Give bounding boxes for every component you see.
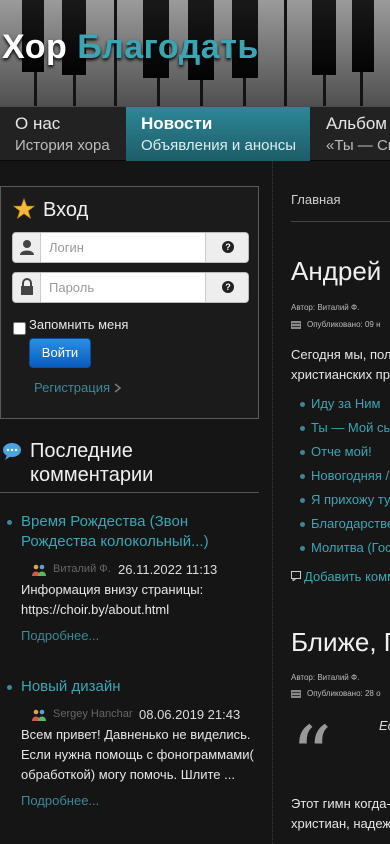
remember-label: Запомнить меня xyxy=(29,317,129,332)
quote-text: Ес xyxy=(379,718,390,733)
list-bullet xyxy=(300,522,305,527)
comment-link[interactable]: Новый дизайн xyxy=(21,677,251,697)
help-icon: ? xyxy=(222,241,234,253)
lock-icon xyxy=(21,278,33,295)
comment-date: 26.11.2022 11:13 xyxy=(118,562,218,577)
read-more-link[interactable]: Подробнее... xyxy=(21,793,99,808)
list-bullet xyxy=(7,685,12,690)
username-field[interactable]: Логин ? xyxy=(12,232,249,263)
nav-item-subtitle: Объявления и анонсы xyxy=(141,137,297,154)
password-field[interactable]: Пароль ? xyxy=(12,272,249,303)
nav-item-about[interactable]: О нас История хора xyxy=(0,107,126,161)
left-sidebar: Вход Логин ? Пароль ? Запомнить меня Вой… xyxy=(0,161,272,844)
article-text-line: Этот гимн когда- xyxy=(291,796,390,811)
remember-checkbox[interactable] xyxy=(13,322,26,335)
article-title[interactable]: Андрей К xyxy=(291,256,390,287)
song-link[interactable]: Новогодняя / xyxy=(311,468,389,483)
nav-item-title: Новости xyxy=(141,114,213,133)
song-link[interactable]: Я прихожу ту xyxy=(311,492,390,507)
article-author: Автор: Виталий Ф. xyxy=(291,673,360,682)
register-link[interactable]: Регистрация xyxy=(34,380,110,395)
add-comment-link[interactable]: Добавить комм xyxy=(304,569,390,584)
site-header: Хор Благодать xyxy=(0,0,390,107)
song-link[interactable]: Иду за Ним xyxy=(311,396,380,411)
comments-header: Последние комментарии xyxy=(0,439,259,493)
login-panel: Вход Логин ? Пароль ? Запомнить меня Вой… xyxy=(0,186,259,419)
username-help-button[interactable]: ? xyxy=(205,233,248,262)
username-placeholder: Логин xyxy=(49,240,84,255)
star-icon xyxy=(13,198,35,220)
article-published: Опубликовано: 09 н xyxy=(307,320,381,329)
site-title-part1: Хор xyxy=(2,28,68,66)
list-bullet xyxy=(300,498,305,503)
list-bullet xyxy=(7,520,12,525)
article-title[interactable]: Ближе, Г xyxy=(291,627,390,658)
users-icon xyxy=(32,564,46,576)
main-nav: О нас История хора Новости Объявления и … xyxy=(0,106,390,161)
song-link[interactable]: Благодарстве xyxy=(311,516,390,531)
nav-item-title: Альбом xyxy=(326,114,387,133)
read-more-link[interactable]: Подробнее... xyxy=(21,628,99,643)
list-bullet xyxy=(300,450,305,455)
comment-icon xyxy=(291,571,301,581)
comment-text: Всем привет! Давненько не виделись. Если… xyxy=(21,727,254,782)
nav-item-news[interactable]: Новости Объявления и анонсы xyxy=(126,107,310,161)
article-text-line: Сегодня мы, пол xyxy=(291,347,390,362)
article-text-line: христиан, надеж xyxy=(291,816,390,831)
login-button[interactable]: Войти xyxy=(29,338,91,368)
song-link[interactable]: Молитва (Гос xyxy=(311,540,390,555)
nav-item-title: О нас xyxy=(15,114,61,133)
comment-author: Sergey Hanchar xyxy=(53,708,133,720)
login-title: Вход xyxy=(13,198,88,222)
song-link[interactable]: Отче мой! xyxy=(311,444,372,459)
main-content: Главная Андрей К Автор: Виталий Ф. Опубл… xyxy=(272,161,390,844)
breadcrumb-divider xyxy=(291,221,390,222)
comment-date: 08.06.2019 21:43 xyxy=(139,707,241,722)
calendar-icon xyxy=(291,321,301,329)
article-published: Опубликовано: 28 о xyxy=(307,689,381,698)
breadcrumb[interactable]: Главная xyxy=(291,192,340,207)
comment-link[interactable]: Время Рождества (Звон Рождества колоколь… xyxy=(21,512,251,552)
nav-item-subtitle: История хора xyxy=(15,137,110,154)
list-bullet xyxy=(300,426,305,431)
user-icon xyxy=(20,240,34,255)
comments-title: Последние комментарии xyxy=(30,440,154,486)
site-title-part2: Благодать xyxy=(77,28,259,66)
password-help-button[interactable]: ? xyxy=(205,273,248,302)
list-bullet xyxy=(300,546,305,551)
nav-item-subtitle: «Ты — Си xyxy=(326,137,390,154)
users-icon xyxy=(32,709,46,721)
speech-bubble-icon xyxy=(3,443,21,460)
calendar-icon xyxy=(291,690,301,698)
help-icon: ? xyxy=(222,281,234,293)
chevron-right-icon xyxy=(114,383,122,393)
nav-item-album[interactable]: Альбом «Ты — Си xyxy=(311,107,390,161)
comment-text: Информация внизу страницы: https://choir… xyxy=(21,582,204,617)
password-placeholder: Пароль xyxy=(49,280,95,295)
quote-mark-icon: “ xyxy=(291,709,332,802)
list-bullet xyxy=(300,474,305,479)
list-bullet xyxy=(300,402,305,407)
site-title[interactable]: Хор Благодать xyxy=(2,28,259,67)
comment-author: Виталий Ф. xyxy=(53,563,111,575)
article-text-line: христианских пре xyxy=(291,367,390,382)
song-link[interactable]: Ты — Мой сы xyxy=(311,420,390,435)
article-author: Автор: Виталий Ф. xyxy=(291,303,360,312)
